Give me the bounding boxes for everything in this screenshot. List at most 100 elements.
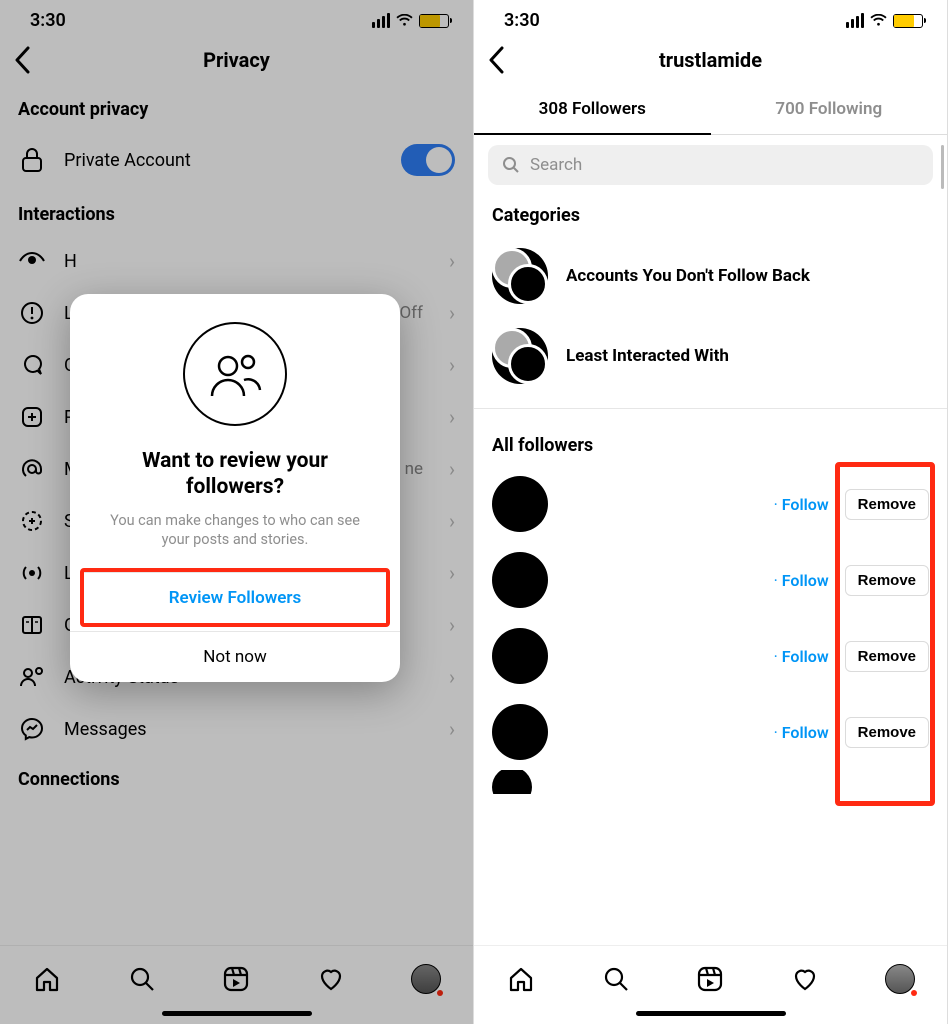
- follow-link[interactable]: Follow: [782, 571, 829, 590]
- plus-square-icon: [18, 405, 46, 429]
- status-time: 3:30: [30, 10, 66, 31]
- row-messages-label: Messages: [64, 719, 431, 740]
- battery-icon: [893, 14, 923, 28]
- story-icon: [18, 509, 46, 533]
- row-limits-trail: Off: [399, 303, 423, 323]
- home-indicator: [636, 1011, 786, 1016]
- category-least-interacted[interactable]: Least Interacted With: [474, 316, 947, 396]
- follower-row[interactable]: [474, 770, 947, 794]
- chevron-right-icon: ›: [449, 405, 455, 429]
- search-icon[interactable]: [125, 962, 159, 996]
- remove-button[interactable]: Remove: [845, 717, 929, 748]
- nav-header: trustlamide: [474, 35, 947, 85]
- private-account-label: Private Account: [64, 150, 383, 171]
- comment-icon: [18, 353, 46, 377]
- cellular-icon: [846, 13, 864, 28]
- search-icon[interactable]: [599, 962, 633, 996]
- tabs: 308 Followers 700 Following: [474, 85, 947, 135]
- follow-link[interactable]: Follow: [782, 647, 829, 666]
- row-messages[interactable]: Messages ›: [0, 703, 473, 755]
- follow-link[interactable]: Follow: [782, 495, 829, 514]
- chevron-right-icon: ›: [449, 509, 455, 533]
- row-hidden-label: H: [64, 251, 431, 272]
- row-private-account[interactable]: Private Account: [0, 130, 473, 190]
- followers-list: ·Follow Remove ·Follow Remove ·Follow Re…: [474, 466, 947, 794]
- wifi-icon: [396, 14, 413, 27]
- eye-icon: [18, 252, 46, 270]
- reels-icon[interactable]: [219, 962, 253, 996]
- bottom-nav: [0, 945, 473, 1011]
- heart-icon[interactable]: [788, 962, 822, 996]
- review-followers-button[interactable]: Review Followers: [84, 572, 386, 623]
- home-icon[interactable]: [504, 962, 538, 996]
- guides-icon: [18, 613, 46, 637]
- remove-button[interactable]: Remove: [845, 565, 929, 596]
- messenger-icon: [18, 717, 46, 741]
- avatar: [492, 552, 548, 608]
- chevron-right-icon: ›: [449, 301, 455, 325]
- avatar: [492, 770, 532, 794]
- remove-button[interactable]: Remove: [845, 641, 929, 672]
- private-toggle[interactable]: [401, 144, 455, 176]
- profile-icon[interactable]: [883, 962, 917, 996]
- follower-row[interactable]: ·Follow Remove: [474, 694, 947, 770]
- divider: [474, 408, 947, 409]
- section-categories: Categories: [474, 191, 947, 236]
- chevron-right-icon: ›: [449, 613, 455, 637]
- home-icon[interactable]: [30, 962, 64, 996]
- status-right: [846, 13, 923, 28]
- home-indicator: [162, 1011, 312, 1016]
- modal-body: You can make changes to who can see your…: [70, 511, 400, 568]
- scroll-indicator: [941, 145, 944, 189]
- avatar: [492, 476, 548, 532]
- live-icon: [18, 563, 46, 583]
- chevron-right-icon: ›: [449, 561, 455, 585]
- status-right: [372, 13, 449, 28]
- category-not-follow-back[interactable]: Accounts You Don't Follow Back: [474, 236, 947, 316]
- remove-button[interactable]: Remove: [845, 489, 929, 520]
- row-hidden[interactable]: H ›: [0, 235, 473, 287]
- username-title: trustlamide: [659, 48, 762, 72]
- status-bar: 3:30: [474, 0, 947, 35]
- avatar-stack: [492, 248, 548, 304]
- status-time: 3:30: [504, 10, 540, 31]
- left-screen: 3:30 Privacy Account privacy Private Acc…: [0, 0, 474, 1024]
- category-label: Accounts You Don't Follow Back: [566, 266, 810, 286]
- chevron-right-icon: ›: [449, 457, 455, 481]
- chevron-right-icon: ›: [449, 249, 455, 273]
- nav-header: Privacy: [0, 35, 473, 85]
- modal-title: Want to review your followers?: [70, 448, 400, 511]
- reels-icon[interactable]: [693, 962, 727, 996]
- tab-following[interactable]: 700 Following: [711, 85, 948, 135]
- review-followers-modal: Want to review your followers? You can m…: [70, 294, 400, 682]
- lock-icon: [18, 147, 46, 173]
- heart-icon[interactable]: [314, 962, 348, 996]
- row-mentions-trail: ne: [405, 459, 423, 479]
- alert-icon: [18, 301, 46, 325]
- bottom-nav: [474, 945, 947, 1011]
- avatar-stack: [492, 328, 548, 384]
- back-icon[interactable]: [488, 46, 504, 74]
- back-icon[interactable]: [14, 46, 30, 74]
- category-label: Least Interacted With: [566, 346, 729, 366]
- follower-row[interactable]: ·Follow Remove: [474, 542, 947, 618]
- avatar: [492, 704, 548, 760]
- battery-icon: [419, 14, 449, 28]
- section-connections: Connections: [0, 755, 473, 800]
- section-interactions: Interactions: [0, 190, 473, 235]
- activity-icon: [18, 666, 46, 688]
- follow-link[interactable]: Follow: [782, 723, 829, 742]
- status-bar: 3:30: [0, 0, 473, 35]
- not-now-button[interactable]: Not now: [70, 631, 400, 682]
- profile-icon[interactable]: [409, 962, 443, 996]
- follower-row[interactable]: ·Follow Remove: [474, 618, 947, 694]
- chevron-right-icon: ›: [449, 717, 455, 741]
- search-input[interactable]: Search: [488, 145, 933, 185]
- page-title: Privacy: [203, 48, 270, 72]
- follower-row[interactable]: ·Follow Remove: [474, 466, 947, 542]
- tab-followers[interactable]: 308 Followers: [474, 85, 711, 135]
- chevron-right-icon: ›: [449, 665, 455, 689]
- wifi-icon: [870, 14, 887, 27]
- section-account-privacy: Account privacy: [0, 85, 473, 130]
- section-all-followers: All followers: [474, 421, 947, 466]
